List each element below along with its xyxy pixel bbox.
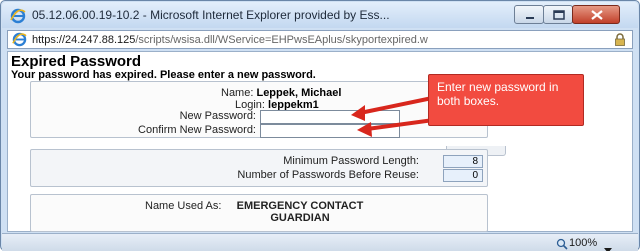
- instruction-callout: Enter new password in both boxes.: [428, 74, 584, 126]
- zoom-level[interactable]: 100%: [569, 237, 597, 249]
- status-bar: 100%: [2, 233, 638, 251]
- arrow-to-new-password: [351, 95, 439, 121]
- zoom-icon[interactable]: [556, 237, 568, 251]
- browser-window: 05.12.06.00.19-10.2 - Microsoft Internet…: [0, 0, 640, 251]
- callout-arrows: [351, 95, 443, 137]
- zoom-dropdown-icon[interactable]: [604, 240, 612, 251]
